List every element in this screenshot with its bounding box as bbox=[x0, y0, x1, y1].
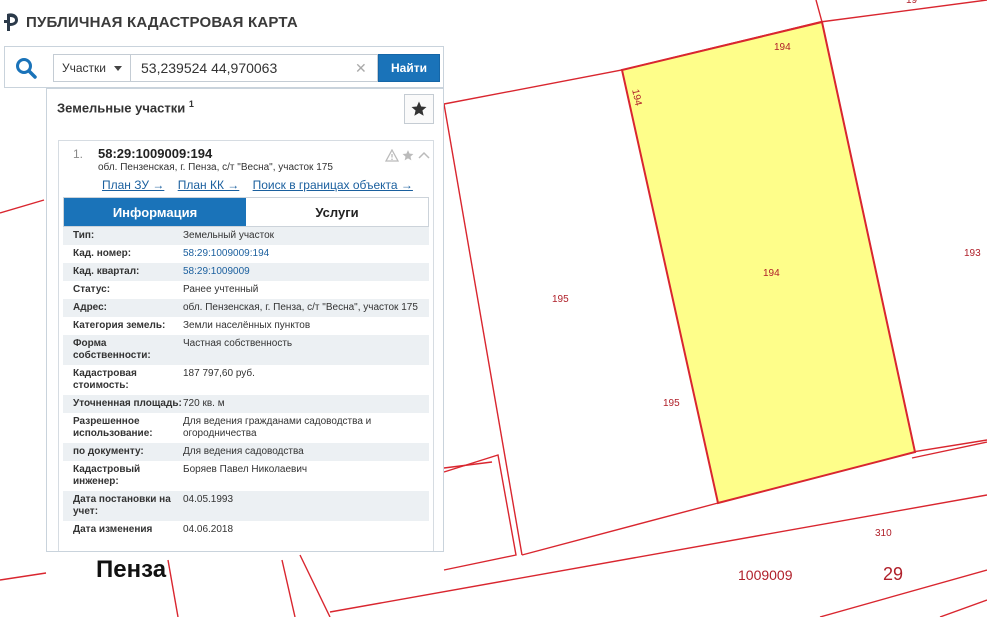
row-label: Кадастровый инженер: bbox=[73, 464, 141, 487]
table-row: Кад. квартал: 58:29:1009009 bbox=[63, 263, 429, 281]
row-value: Земли населённых пунктов bbox=[183, 320, 311, 331]
row-value: Для ведения садоводства bbox=[183, 446, 304, 457]
info-table: Тип: Земельный участок Кад. номер: 58:29:1… bbox=[63, 227, 429, 539]
row-label: Тип: bbox=[73, 230, 95, 241]
card-address: обл. Пензенская, г. Пенза, с/т "Весна", … bbox=[98, 162, 333, 173]
panel-title-text: Земельные участки bbox=[57, 100, 186, 116]
search-type-select[interactable]: Участки bbox=[53, 54, 131, 82]
row-value: 04.05.1993 bbox=[183, 494, 234, 505]
clear-icon[interactable]: ✕ bbox=[355, 59, 367, 77]
row-value: Ранее учтенный bbox=[183, 284, 259, 295]
link-search-in-bounds[interactable]: Поиск в границах объекта → bbox=[253, 178, 413, 192]
row-value: 187 797,60 руб. bbox=[183, 368, 255, 379]
card-tools bbox=[385, 149, 431, 162]
star-icon bbox=[411, 101, 427, 116]
parcel-boundary bbox=[0, 199, 45, 214]
table-row: Дата постановки на учет: 04.05.1993 bbox=[63, 491, 429, 521]
row-value: Боряев Павел Николаевич bbox=[183, 464, 308, 475]
row-label: по документу: bbox=[73, 446, 144, 457]
row-label: Уточненная площадь: bbox=[73, 398, 182, 409]
card-number: 1. bbox=[73, 147, 84, 161]
row-value-link[interactable]: 58:29:1009009:194 bbox=[183, 248, 429, 260]
map-parcel-label: 310 bbox=[875, 528, 892, 539]
rosreestr-logo-icon bbox=[4, 13, 18, 31]
row-label: Кад. номер: bbox=[73, 248, 132, 259]
map-district-label: 29 bbox=[883, 564, 904, 584]
app-header: ПУБЛИЧНАЯ КАДАСТРОВАЯ КАРТА bbox=[0, 0, 420, 44]
row-label: Форма собственности: bbox=[73, 338, 151, 361]
tab-services[interactable]: Услуги bbox=[246, 198, 428, 226]
selected-parcel-194[interactable] bbox=[620, 20, 917, 505]
table-row: Дата изменения 04.06.2018 bbox=[63, 521, 429, 539]
row-value-link[interactable]: 58:29:1009009 bbox=[183, 266, 429, 278]
map-parcel-label: 19 bbox=[906, 0, 918, 6]
city-label: Пенза bbox=[96, 556, 167, 583]
parcel-card: 1. 58:29:1009009:194 обл. Пензенская, г.… bbox=[58, 140, 434, 551]
results-count: 1 bbox=[188, 99, 194, 109]
parcel-boundary bbox=[443, 454, 517, 571]
card-tabs: Информация Услуги bbox=[63, 197, 429, 227]
row-value: Земельный участок bbox=[183, 230, 275, 241]
row-value: обл. Пензенская, г. Пенза, с/т "Весна", … bbox=[183, 302, 418, 313]
card-cadastral-id[interactable]: 58:29:1009009:194 bbox=[98, 146, 212, 161]
row-label: Разрешенное использование: bbox=[73, 416, 153, 439]
table-row: по документу: Для ведения садоводства bbox=[63, 443, 429, 461]
favorite-button[interactable] bbox=[404, 94, 434, 124]
link-plan-kk[interactable]: План КК → bbox=[178, 178, 240, 192]
table-row: Категория земель: Земли населённых пункто… bbox=[63, 317, 429, 335]
results-panel: Земельные участки 1 1. 58:29:1009009:194… bbox=[46, 88, 444, 552]
row-label: Кадастровая стоимость: bbox=[73, 368, 137, 391]
row-value: 04.06.2018 bbox=[183, 524, 234, 535]
map-parcel-label: 194 bbox=[763, 268, 780, 279]
map-parcel-label: 193 bbox=[964, 248, 981, 259]
link-plan-zu[interactable]: План ЗУ → bbox=[102, 178, 164, 192]
parcel-boundary bbox=[939, 599, 987, 617]
table-row: Тип: Земельный участок bbox=[63, 227, 429, 245]
parcel-boundary bbox=[281, 559, 296, 617]
parcel-boundary bbox=[443, 461, 493, 469]
star-icon[interactable] bbox=[401, 149, 415, 162]
search-icon[interactable] bbox=[13, 55, 39, 81]
table-row: Форма собственности: Частная собственност… bbox=[63, 335, 429, 365]
row-value: Частная собственность bbox=[183, 338, 293, 349]
search-input[interactable] bbox=[131, 54, 378, 82]
app-title: ПУБЛИЧНАЯ КАДАСТРОВАЯ КАРТА bbox=[26, 13, 298, 31]
row-label: Адрес: bbox=[73, 302, 107, 313]
parcel-boundary bbox=[0, 572, 47, 581]
map-parcel-label: 194 bbox=[774, 42, 791, 53]
map-parcel-label: 195 bbox=[552, 294, 569, 305]
table-row: Разрешенное использование: Для ведения гр… bbox=[63, 413, 429, 443]
chevron-down-icon bbox=[114, 66, 122, 71]
parcel-boundary bbox=[815, 0, 823, 23]
search-type-label: Участки bbox=[62, 61, 106, 75]
row-label: Кад. квартал: bbox=[73, 266, 140, 277]
parcel-boundary bbox=[299, 554, 331, 617]
card-links: План ЗУ → План КК → Поиск в границах объ… bbox=[102, 178, 423, 192]
panel-title: Земельные участки 1 bbox=[57, 99, 194, 115]
table-row: Кадастровый инженер: Боряев Павел Николае… bbox=[63, 461, 429, 491]
warning-icon[interactable] bbox=[385, 149, 399, 162]
row-label: Категория земель: bbox=[73, 320, 166, 331]
row-label: Дата постановки на учет: bbox=[73, 494, 171, 517]
tab-information[interactable]: Информация bbox=[64, 198, 246, 226]
table-row: Адрес: обл. Пензенская, г. Пенза, с/т "Ве… bbox=[63, 299, 429, 317]
row-label: Статус: bbox=[73, 284, 111, 295]
row-value: Для ведения гражданами садоводства и ого… bbox=[183, 416, 372, 439]
parcel-boundary bbox=[443, 103, 523, 556]
table-row: Уточненная площадь: 720 кв. м bbox=[63, 395, 429, 413]
map-parcel-label: 195 bbox=[663, 398, 680, 409]
parcel-boundary bbox=[819, 569, 987, 617]
chevron-up-icon[interactable] bbox=[417, 149, 431, 162]
find-button[interactable]: Найти bbox=[378, 54, 440, 82]
table-row: Статус: Ранее учтенный bbox=[63, 281, 429, 299]
table-row: Кадастровая стоимость: 187 797,60 руб. bbox=[63, 365, 429, 395]
row-value: 720 кв. м bbox=[183, 398, 225, 409]
row-label: Дата изменения bbox=[73, 524, 153, 535]
table-row: Кад. номер: 58:29:1009009:194 bbox=[63, 245, 429, 263]
parcel-boundary bbox=[167, 559, 179, 617]
map-quarter-label: 1009009 bbox=[738, 567, 793, 583]
search-bar: Участки ✕ Найти bbox=[4, 46, 444, 88]
